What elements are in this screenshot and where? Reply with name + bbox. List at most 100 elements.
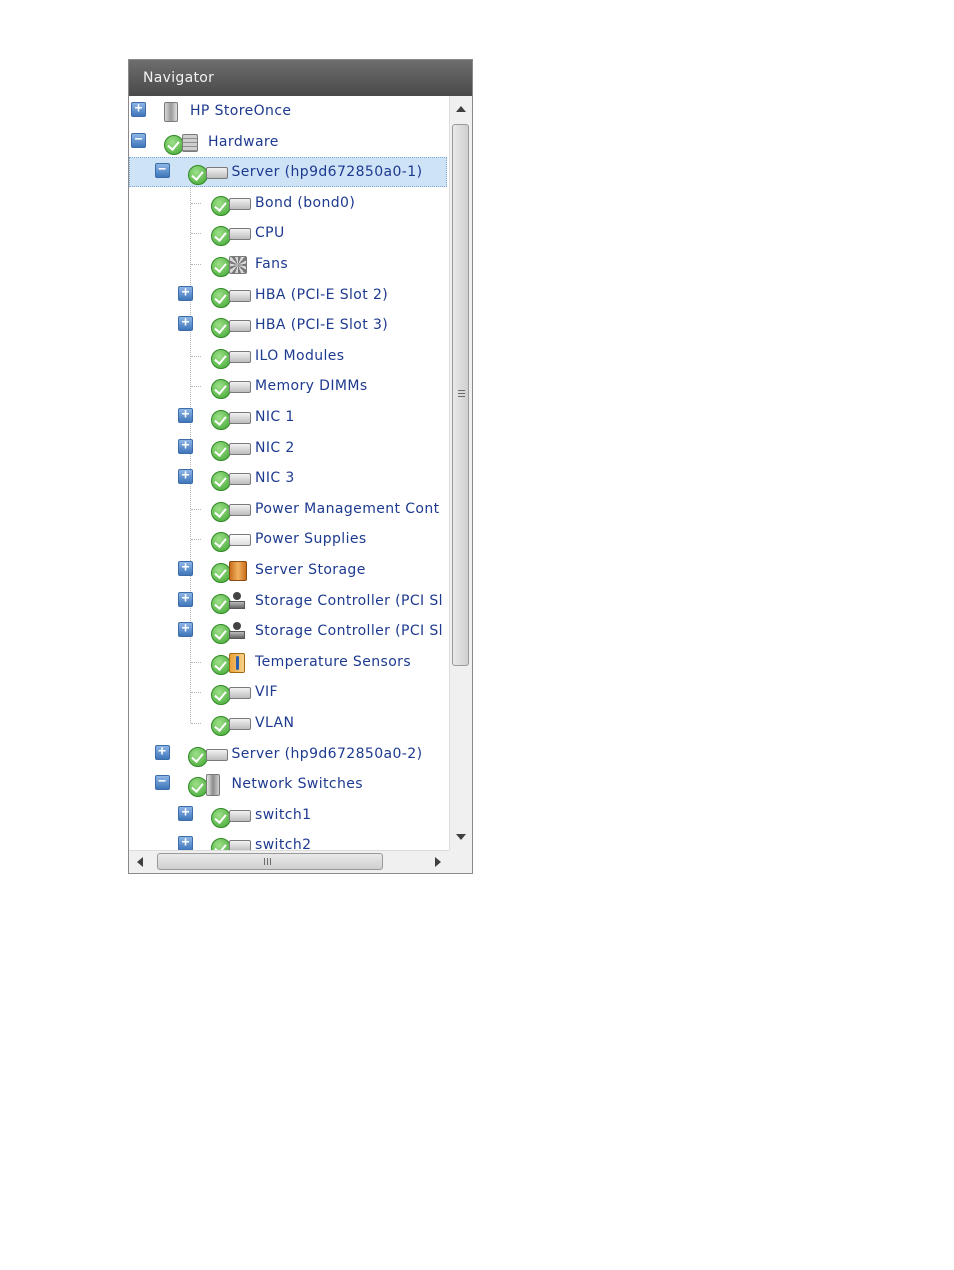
status-ok-icon (211, 287, 231, 308)
tree-item-label[interactable]: Power Management Cont (255, 499, 440, 519)
expand-icon[interactable]: + (178, 438, 193, 454)
tree-branch-line (191, 202, 201, 204)
tree-item[interactable]: Fans (129, 249, 449, 279)
tree-item[interactable]: Power Management Cont (129, 494, 449, 524)
tree-item[interactable]: + Server (hp9d672850a0-2) (129, 739, 449, 769)
tree-item[interactable]: CPU (129, 218, 449, 248)
tree-item-label[interactable]: ILO Modules (255, 346, 345, 366)
expand-icon[interactable]: + (178, 469, 193, 485)
tree-item-label[interactable]: Server (hp9d672850a0-1) (232, 162, 423, 182)
status-ok-icon (211, 257, 231, 277)
tree-item-label[interactable]: switch2 (255, 835, 311, 850)
collapse-icon[interactable]: − (154, 163, 170, 179)
tree-item[interactable]: Power Supplies (129, 524, 449, 554)
scroll-left-arrow-icon[interactable] (137, 857, 143, 867)
tree-item-label[interactable]: Server Storage (255, 560, 366, 580)
tree-branch-line (191, 723, 201, 724)
scroll-down-arrow-icon[interactable] (456, 834, 466, 840)
tree-item-label[interactable]: Storage Controller (PCI Sl (255, 591, 443, 611)
tree-item-label[interactable]: switch1 (255, 805, 311, 825)
tree-item[interactable]: + NIC 3 (129, 463, 449, 493)
horizontal-scrollbar[interactable] (129, 850, 449, 873)
tree-item[interactable]: + Storage Controller (PCI Sl (129, 586, 449, 616)
expand-icon[interactable]: + (178, 591, 193, 607)
tree-item-label[interactable]: Network Switches (232, 774, 364, 794)
expand-icon[interactable]: + (178, 561, 193, 576)
status-ok-icon (211, 195, 231, 216)
scrollbar-corner (449, 850, 472, 873)
tree-item[interactable]: + Server Storage (129, 555, 449, 585)
tree-item[interactable]: Bond (bond0) (129, 188, 449, 218)
tree-item[interactable]: + HP StoreOnce (129, 96, 449, 126)
device-icon (229, 350, 251, 363)
collapse-icon[interactable]: − (154, 775, 170, 791)
device-icon (229, 809, 251, 822)
tree-item[interactable]: + switch1 (129, 800, 449, 830)
storage-controller-icon (229, 622, 245, 640)
tree-item-label[interactable]: Power Supplies (255, 529, 367, 549)
status-ok-icon (164, 134, 184, 155)
tree-item-label[interactable]: Bond (bond0) (255, 193, 355, 213)
tree-item-label[interactable]: HP StoreOnce (190, 101, 291, 121)
expand-icon[interactable]: + (178, 622, 193, 638)
tree-item[interactable]: + HBA (PCI-E Slot 3) (129, 310, 449, 340)
hardware-rack-icon (182, 133, 198, 152)
device-icon (229, 503, 251, 516)
tree-item-label[interactable]: NIC 3 (255, 468, 295, 488)
expand-icon[interactable]: + (178, 805, 193, 821)
tree-item-label[interactable]: VIF (255, 682, 278, 702)
status-ok-icon (211, 685, 231, 706)
expand-icon[interactable]: + (178, 408, 193, 423)
tree-item[interactable]: + HBA (PCI-E Slot 2) (129, 280, 449, 310)
tree-item-label[interactable]: HBA (PCI-E Slot 3) (255, 315, 388, 335)
tree-item-label[interactable]: CPU (255, 223, 285, 243)
tree-item[interactable]: − Server (hp9d672850a0-1) (129, 157, 449, 188)
tree-item-label[interactable]: Storage Controller (PCI Sl (255, 621, 443, 641)
tree-item[interactable]: ILO Modules (129, 341, 449, 371)
vertical-scrollbar[interactable] (449, 96, 472, 850)
expand-icon[interactable]: + (178, 285, 193, 301)
scroll-up-arrow-icon[interactable] (456, 106, 466, 112)
tree-item[interactable]: + Storage Controller (PCI Sl (129, 616, 449, 646)
status-ok-icon (211, 593, 231, 614)
status-ok-icon (187, 777, 208, 798)
tree-item[interactable]: + NIC 2 (129, 433, 449, 463)
horizontal-scroll-thumb[interactable] (157, 853, 383, 870)
tree-item-label[interactable]: Fans (255, 254, 288, 274)
tree-item[interactable]: Memory DIMMs (129, 371, 449, 401)
tree-item[interactable]: − Network Switches (129, 769, 449, 799)
server-icon (205, 167, 228, 180)
expand-icon[interactable]: + (131, 102, 146, 117)
tree-item[interactable]: Temperature Sensors (129, 647, 449, 677)
collapse-icon[interactable]: − (131, 132, 146, 148)
tree-item-label[interactable]: Hardware (208, 132, 279, 152)
tree-item-label[interactable]: VLAN (255, 713, 294, 733)
tree-item-label[interactable]: HBA (PCI-E Slot 2) (255, 285, 388, 305)
tree-item[interactable]: + switch2 (129, 830, 449, 850)
tree-item-label[interactable]: Temperature Sensors (255, 652, 411, 672)
device-icon (229, 687, 251, 700)
tree-item[interactable]: + NIC 1 (129, 402, 449, 432)
expand-icon[interactable]: + (178, 836, 193, 850)
status-ok-icon (211, 379, 231, 400)
storeonce-appliance-icon (164, 102, 178, 122)
device-icon (229, 718, 251, 730)
status-ok-icon (211, 471, 231, 492)
server-icon (205, 748, 228, 761)
tree-item[interactable]: VIF (129, 677, 449, 707)
expand-icon[interactable]: + (178, 316, 193, 332)
tree-item-label[interactable]: NIC 1 (255, 407, 295, 427)
status-ok-icon (187, 746, 208, 767)
grip-line (270, 858, 271, 865)
vertical-scroll-thumb[interactable] (452, 124, 469, 666)
tree-item-label[interactable]: Memory DIMMs (255, 376, 368, 396)
expand-icon[interactable]: + (154, 744, 170, 760)
tree-item-label[interactable]: Server (hp9d672850a0-2) (232, 744, 423, 764)
scroll-right-arrow-icon[interactable] (435, 857, 441, 867)
status-ok-icon (211, 410, 231, 430)
tree-item[interactable]: VLAN (129, 708, 449, 738)
tree-item[interactable]: − Hardware (129, 127, 449, 157)
navigator-tree-viewport[interactable]: + HP StoreOnce − Hardware − Server (hp9d67285… (129, 96, 449, 850)
status-ok-icon (211, 501, 231, 522)
tree-item-label[interactable]: NIC 2 (255, 438, 295, 458)
